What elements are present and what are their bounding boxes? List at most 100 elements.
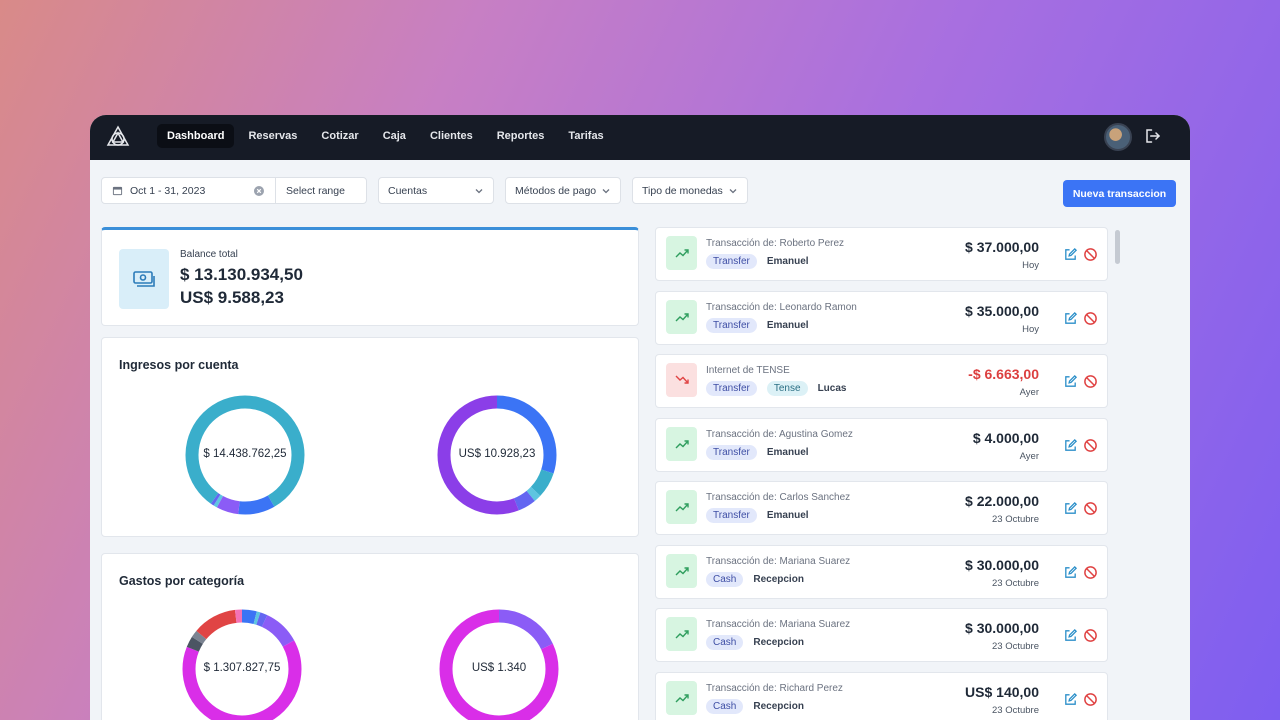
top-navbar: Dashboard Reservas Cotizar Caja Clientes…	[90, 115, 1190, 160]
transaction-row[interactable]: Transacción de: Mariana Suarez Cash Recepc…	[655, 544, 1108, 599]
transaction-row[interactable]: Internet de TENSE Transfer Tense Lucas -$ 6.…	[655, 354, 1108, 408]
transaction-tags: Transfer Emanuel	[706, 317, 809, 333]
transaction-tags: Transfer Emanuel	[706, 444, 809, 460]
metodos-pago-select[interactable]: Métodos de pago	[505, 177, 621, 204]
transaction-user: Emanuel	[766, 446, 809, 458]
transaction-tags: Cash Recepcion	[706, 571, 804, 587]
date-range-field[interactable]: Oct 1 - 31, 2023	[102, 178, 276, 203]
nav-reservas[interactable]: Reservas	[238, 124, 307, 148]
logo-icon[interactable]	[106, 125, 130, 149]
avatar[interactable]	[1104, 123, 1132, 151]
transaction-date: 23 Octubre	[992, 577, 1039, 589]
transaction-row[interactable]: Transacción de: Richard Perez Cash Recepci…	[655, 671, 1108, 720]
transaction-date: Hoy	[1022, 260, 1039, 271]
block-icon[interactable]	[1083, 247, 1098, 262]
transaction-title: Transacción de: Carlos Sanchez	[706, 492, 851, 503]
edit-icon[interactable]	[1063, 374, 1078, 389]
transaction-row[interactable]: Transacción de: Leonardo Ramon Transfer Em…	[655, 290, 1108, 345]
transaction-title: Transacción de: Richard Perez	[706, 682, 843, 694]
block-icon[interactable]	[1083, 501, 1098, 516]
transaction-user: Emanuel	[766, 510, 809, 521]
block-icon[interactable]	[1083, 438, 1098, 453]
balance-label: Balance total	[180, 249, 238, 260]
transaction-tags: Transfer Emanuel	[706, 508, 809, 523]
ingresos-ars-total: $ 14.438.762,25	[203, 448, 287, 460]
calendar-icon	[112, 186, 123, 196]
transaction-row[interactable]: Transacción de: Carlos Sanchez Transfer Em…	[655, 481, 1108, 535]
trend-up-icon	[666, 299, 697, 334]
transaction-amount: $ 30.000,00	[965, 556, 1039, 573]
ingresos-card: Ingresos por cuenta $ 14.438.762,25 US$ …	[101, 337, 639, 537]
tipo-monedas-label: Tipo de monedas	[642, 184, 723, 197]
edit-icon[interactable]	[1063, 501, 1078, 516]
trend-up-icon	[666, 617, 697, 651]
money-icon	[119, 249, 169, 309]
transaction-title: Transacción de: Roberto Perez	[706, 238, 845, 249]
gastos-card: Gastos por categoría $ 1.307.827,75 US$ …	[101, 553, 639, 720]
chevron-down-icon	[475, 188, 483, 193]
transaction-amount: $ 35.000,00	[965, 302, 1039, 319]
transaction-tag: Cash	[706, 635, 744, 650]
cuentas-label: Cuentas	[388, 184, 428, 197]
select-range-label: Select range	[286, 184, 345, 197]
tipo-monedas-select[interactable]: Tipo de monedas	[632, 177, 748, 204]
transaction-row[interactable]: Transacción de: Agustina Gomez Transfer Em…	[655, 417, 1108, 472]
transaction-user: Recepcion	[753, 700, 804, 712]
edit-icon[interactable]	[1063, 565, 1078, 580]
logout-icon[interactable]	[1144, 127, 1162, 145]
nav-dashboard[interactable]: Dashboard	[157, 124, 235, 148]
nav-cotizar[interactable]: Cotizar	[311, 124, 368, 148]
nav-tarifas[interactable]: Tarifas	[558, 124, 613, 148]
balance-usd: US$ 9.588,23	[180, 288, 284, 307]
metodos-pago-label: Métodos de pago	[515, 184, 597, 197]
transaction-row[interactable]: Transacción de: Roberto Perez Transfer Ema…	[655, 227, 1108, 281]
main-nav: Dashboard Reservas Cotizar Caja Clientes…	[157, 124, 614, 148]
transaction-amount: US$ 140,00	[965, 683, 1039, 700]
transaction-row[interactable]: Transacción de: Mariana Suarez Cash Recepc…	[655, 608, 1108, 662]
nav-clientes[interactable]: Clientes	[420, 124, 483, 148]
transaction-title: Transacción de: Mariana Suarez	[706, 555, 851, 567]
transaction-title: Transacción de: Agustina Gomez	[706, 428, 853, 440]
app-window: Dashboard Reservas Cotizar Caja Clientes…	[90, 115, 1190, 720]
transaction-user: Lucas	[817, 383, 847, 394]
transaction-date: 23 Octubre	[992, 514, 1039, 525]
transaction-tag: Cash	[706, 571, 744, 587]
block-icon[interactable]	[1083, 311, 1098, 326]
edit-icon[interactable]	[1063, 438, 1078, 453]
edit-icon[interactable]	[1063, 311, 1078, 326]
transaction-amount: $ 37.000,00	[965, 239, 1039, 255]
scrollbar[interactable]	[1114, 227, 1122, 720]
clear-icon[interactable]	[254, 186, 264, 196]
chevron-down-icon	[602, 188, 610, 193]
transaction-date: Ayer	[1019, 450, 1039, 462]
transaction-user: Recepcion	[753, 637, 804, 648]
nav-reportes[interactable]: Reportes	[487, 124, 555, 148]
transaction-date: Hoy	[1022, 323, 1039, 335]
date-range-picker[interactable]: Oct 1 - 31, 2023 Select range	[101, 177, 367, 204]
new-transaction-button[interactable]: Nueva transaccion	[1063, 180, 1176, 207]
select-range-button[interactable]: Select range	[276, 178, 366, 203]
nav-caja[interactable]: Caja	[373, 124, 416, 148]
transaction-amount: $ 4.000,00	[972, 429, 1039, 446]
scrollbar-thumb[interactable]	[1115, 230, 1120, 264]
block-icon[interactable]	[1083, 692, 1098, 707]
transaction-tag: Transfer	[706, 317, 757, 333]
edit-icon[interactable]	[1063, 628, 1078, 643]
ingresos-title: Ingresos por cuenta	[119, 358, 239, 372]
block-icon[interactable]	[1083, 374, 1098, 389]
cuentas-select[interactable]: Cuentas	[378, 177, 494, 204]
transaction-tag: Tense	[766, 381, 808, 396]
transaction-title: Transacción de: Leonardo Ramon	[706, 301, 857, 313]
trend-up-icon	[666, 553, 697, 588]
transaction-tags: Cash Recepcion	[706, 635, 804, 650]
block-icon[interactable]	[1083, 565, 1098, 580]
trend-up-icon	[666, 426, 697, 461]
gastos-title: Gastos por categoría	[119, 574, 245, 588]
balance-ars: $ 13.130.934,50	[180, 265, 303, 284]
edit-icon[interactable]	[1063, 247, 1078, 262]
transactions-list: Transacción de: Roberto Perez Transfer Ema…	[655, 227, 1108, 720]
transaction-date: 23 Octubre	[992, 704, 1039, 716]
edit-icon[interactable]	[1063, 692, 1078, 707]
transaction-amount: -$ 6.663,00	[968, 366, 1039, 382]
block-icon[interactable]	[1083, 628, 1098, 643]
